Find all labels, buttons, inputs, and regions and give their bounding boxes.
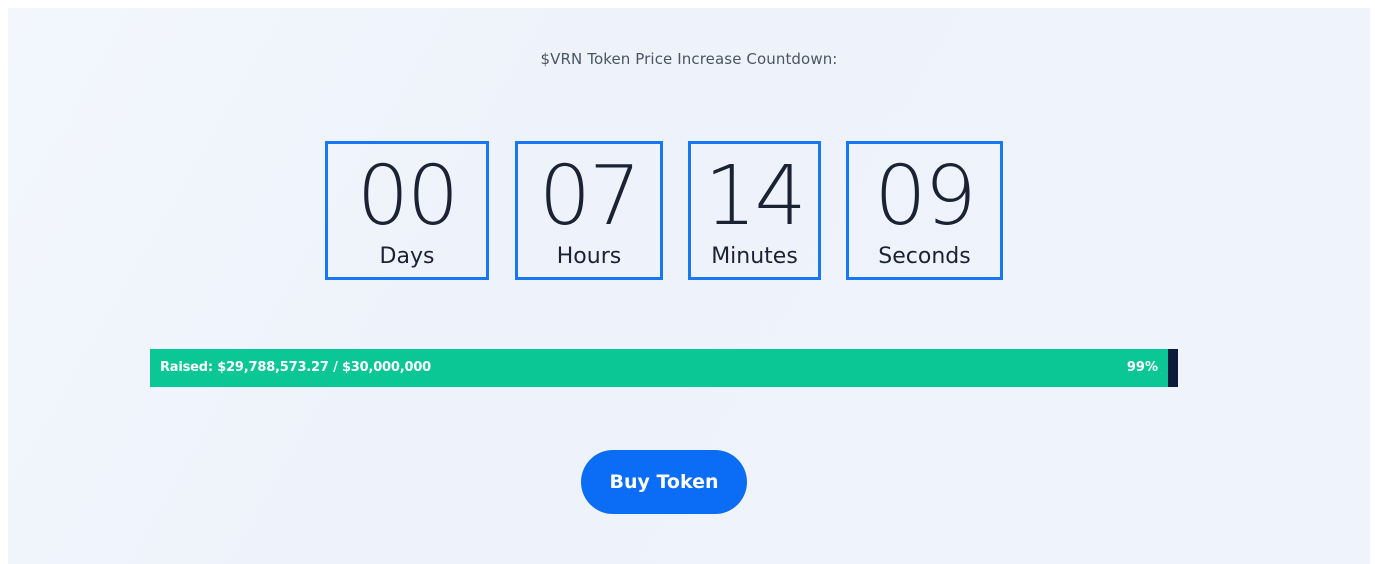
countdown-timer: 00 Days 07 Hours 14 Minutes 09 Seconds: [8, 141, 1370, 286]
raised-progress-percent: 99%: [1126, 360, 1158, 375]
countdown-days-label: Days: [379, 244, 435, 269]
countdown-hours-box: 07 Hours: [515, 141, 663, 280]
countdown-minutes-label: Minutes: [711, 244, 798, 269]
raised-progress-remaining: [1168, 349, 1178, 387]
countdown-days-value: 00: [356, 149, 459, 244]
countdown-hours-label: Hours: [556, 244, 622, 269]
countdown-minutes-box: 14 Minutes: [688, 141, 821, 280]
countdown-title: $VRN Token Price Increase Countdown:: [540, 50, 838, 68]
countdown-hours-value: 07: [538, 149, 641, 244]
raised-progress-text: Raised: $29,788,573.27 / $30,000,000: [160, 360, 432, 375]
raised-progress-bar: Raised: $29,788,573.27 / $30,000,000 99%: [150, 349, 1178, 387]
countdown-seconds-label: Seconds: [878, 244, 971, 269]
countdown-seconds-box: 09 Seconds: [846, 141, 1003, 280]
countdown-days-box: 00 Days: [325, 141, 489, 280]
countdown-minutes-value: 14: [704, 149, 806, 244]
buy-token-button[interactable]: Buy Token: [581, 450, 747, 514]
presale-panel: $VRN Token Price Increase Countdown: 00 …: [8, 8, 1370, 564]
countdown-seconds-value: 09: [874, 149, 976, 244]
